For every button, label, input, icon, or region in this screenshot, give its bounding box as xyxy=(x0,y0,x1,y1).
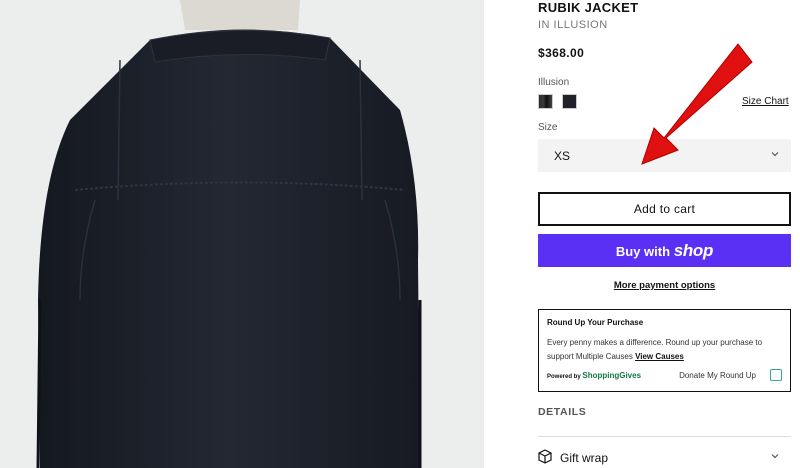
add-to-cart-button[interactable]: Add to cart xyxy=(538,192,791,226)
size-chart-link[interactable]: Size Chart xyxy=(742,96,789,107)
powered-by: Powered by ShoppingGives xyxy=(547,371,641,380)
product-subtitle: IN ILLUSION xyxy=(538,19,608,31)
size-label: Size xyxy=(538,122,558,133)
divider xyxy=(538,436,791,437)
shop-logo: shop xyxy=(673,241,714,260)
product-info-panel: RUBIK JACKET IN ILLUSION $368.00 Illusio… xyxy=(484,0,800,468)
size-select[interactable]: XS xyxy=(538,139,791,172)
chevron-down-icon[interactable] xyxy=(770,451,780,461)
gift-box-icon xyxy=(538,449,552,464)
donate-label: Donate My Round Up xyxy=(679,371,756,380)
buy-with-shop-button[interactable]: Buy with shop xyxy=(538,234,791,267)
more-payment-options-link[interactable]: More payment options xyxy=(538,280,791,291)
chevron-down-icon xyxy=(771,152,779,157)
size-select-value: XS xyxy=(554,149,571,163)
jacket-back-photo xyxy=(0,0,484,468)
view-causes-link[interactable]: View Causes xyxy=(635,352,684,361)
details-heading[interactable]: DETAILS xyxy=(538,406,586,418)
shoppinggives-logo: ShoppingGives xyxy=(582,371,642,380)
round-up-title: Round Up Your Purchase xyxy=(547,318,644,327)
donate-checkbox[interactable] xyxy=(770,369,782,381)
buy-with-label: Buy with xyxy=(615,244,671,259)
illusion-swatch[interactable] xyxy=(538,94,553,109)
black-swatch[interactable] xyxy=(562,94,577,109)
gift-wrap-label: Gift wrap xyxy=(560,451,609,465)
gift-wrap-row[interactable]: Gift wrap xyxy=(538,449,608,467)
round-up-description: Every penny makes a difference. Round up… xyxy=(547,336,782,364)
round-up-widget: Round Up Your Purchase Every penny makes… xyxy=(538,309,791,392)
product-title: RUBIK JACKET xyxy=(538,0,639,15)
color-label: Illusion xyxy=(538,77,570,88)
product-image[interactable] xyxy=(0,0,484,468)
product-price: $368.00 xyxy=(538,46,585,60)
powered-by-label: Powered by xyxy=(547,374,581,380)
